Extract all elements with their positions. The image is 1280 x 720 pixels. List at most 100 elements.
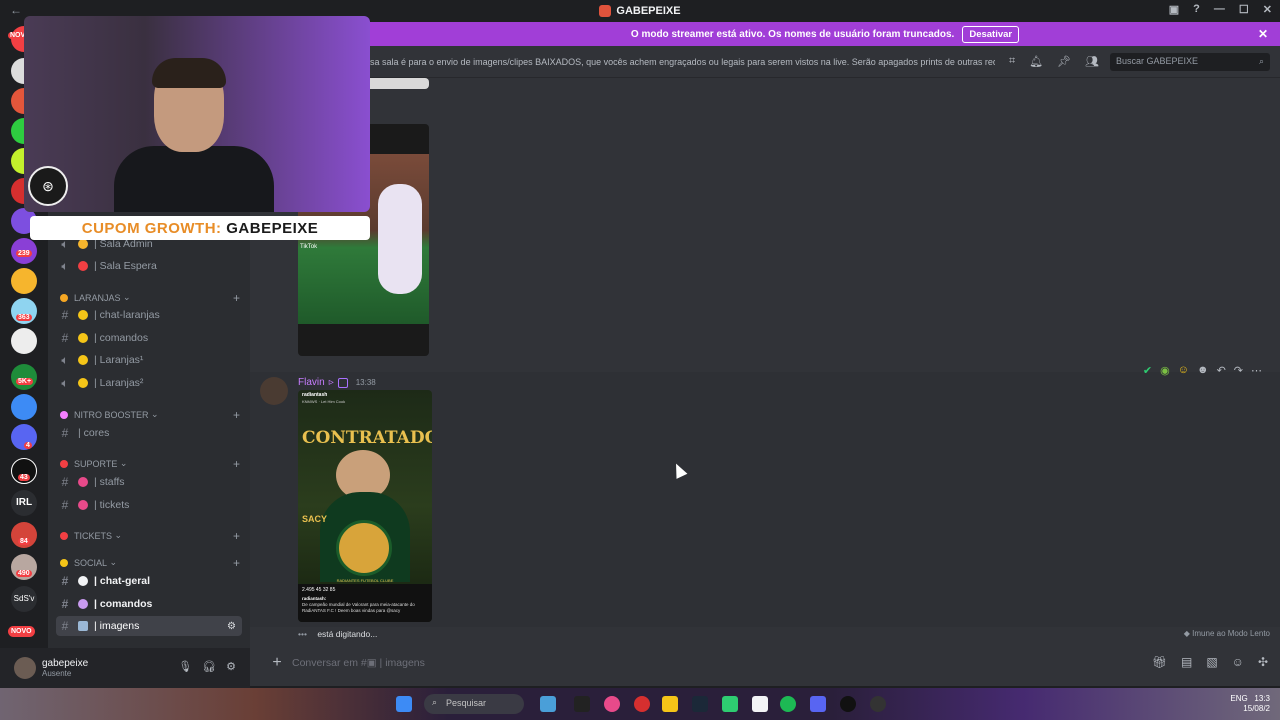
message-composer[interactable]: + Conversar em #▣ | imagens 🎁︎ ▤ ▧ ☺ ✣	[262, 645, 1274, 681]
category-tickets[interactable]: TICKETS ⌄ +	[60, 529, 240, 543]
add-reaction-icon[interactable]: ☻	[1197, 364, 1209, 377]
category-social[interactable]: SOCIAL ⌄ +	[60, 556, 240, 570]
avatar[interactable]	[14, 657, 36, 679]
channel-cores[interactable]: # | cores	[56, 423, 242, 443]
chevron-down-icon: ⌄	[120, 292, 131, 302]
shield-icon: ◆	[1183, 629, 1193, 638]
channel-label: | staffs	[94, 476, 125, 488]
coupon-code: GABEPEIXE	[226, 219, 319, 237]
minimize-button[interactable]: —	[1214, 3, 1225, 16]
avatar[interactable]	[260, 377, 288, 405]
category-laranjas[interactable]: LARANJAS ⌄ +	[60, 291, 240, 305]
reply-icon[interactable]: ↶	[1217, 364, 1226, 377]
gif-icon[interactable]: ▤	[1181, 655, 1192, 669]
channel-tickets[interactable]: # | tickets	[56, 495, 242, 515]
pin-icon[interactable]: 📌︎	[1057, 55, 1071, 68]
message-author[interactable]: Flavin	[298, 377, 325, 388]
invite-settings-icon[interactable]: ⚙	[227, 621, 236, 632]
add-channel-icon[interactable]: +	[233, 291, 240, 305]
threads-icon[interactable]: ⌗	[1009, 55, 1015, 68]
mention-badge: 363	[16, 314, 32, 321]
channel-laranjas-2[interactable]: 🔈︎ | Laranjas²	[56, 373, 242, 393]
microphone-icon[interactable]: 🎙︎	[178, 660, 192, 673]
system-tray[interactable]: ENG 13:3 15/08/2	[1230, 694, 1270, 714]
streamer-mode-banner: O modo streamer está ativo. Os nomes de …	[370, 22, 1280, 46]
gear-icon[interactable]: ⚙	[226, 660, 236, 673]
search-input[interactable]: Buscar GABEPEIXE ⌕	[1110, 53, 1270, 71]
members-icon[interactable]: 👥︎	[1085, 55, 1099, 68]
spotify-icon[interactable]	[780, 696, 796, 712]
app-icon[interactable]	[752, 696, 768, 712]
channel-chat-laranjas[interactable]: # | chat-laranjas	[56, 305, 242, 325]
add-channel-icon[interactable]: +	[233, 556, 240, 570]
bell-icon[interactable]: 🔔︎	[1029, 55, 1043, 68]
channel-label: | chat-geral	[94, 575, 151, 587]
opera-icon[interactable]	[634, 696, 650, 712]
apps-icon[interactable]: ✣	[1258, 655, 1268, 669]
add-attachment-icon[interactable]: +	[262, 654, 292, 672]
chevron-down-icon: ⌄	[112, 530, 123, 540]
pin-icon	[78, 477, 88, 487]
clock-time: 13:3	[1254, 694, 1270, 703]
channel-comandos-social[interactable]: # | comandos	[56, 594, 242, 614]
server-icon[interactable]: SdS'v	[11, 586, 37, 612]
channel-staffs[interactable]: # | staffs	[56, 472, 242, 492]
windows-start-icon[interactable]	[396, 696, 412, 712]
category-nitro-booster[interactable]: NITRO BOOSTER ⌄ +	[60, 408, 240, 422]
app-icon[interactable]	[574, 696, 590, 712]
post-subheader: KNMWS · Let Him Cook	[302, 399, 346, 404]
close-window-button[interactable]: ✕	[1263, 3, 1272, 16]
app-icon[interactable]	[604, 696, 620, 712]
gift-icon[interactable]: 🎁︎	[1152, 655, 1167, 669]
disable-streamer-button[interactable]: Desativar	[962, 25, 1020, 43]
emoji-icon[interactable]: ☺	[1232, 655, 1244, 669]
server-icon[interactable]	[11, 394, 37, 420]
server-icon[interactable]	[11, 328, 37, 354]
twitch-badge-icon	[337, 377, 348, 388]
server-icon[interactable]	[11, 268, 37, 294]
server-icon[interactable]: IRL	[11, 490, 37, 516]
channel-comandos[interactable]: # | comandos	[56, 328, 242, 348]
close-banner-icon[interactable]: ✕	[1258, 27, 1268, 41]
discord-icon[interactable]	[810, 696, 826, 712]
folder-icon[interactable]	[662, 696, 678, 712]
check-reaction-icon[interactable]: ✔	[1143, 364, 1152, 377]
language-indicator[interactable]: ENG	[1230, 694, 1247, 703]
hash-icon: #	[61, 475, 69, 489]
app-icon[interactable]	[870, 696, 886, 712]
back-arrow-icon[interactable]: ←	[10, 3, 22, 17]
category-label: SOCIAL	[74, 557, 108, 568]
taskbar-search[interactable]: ⌕ Pesquisar	[424, 694, 524, 714]
sticker-icon[interactable]: ▧	[1206, 655, 1217, 669]
channel-emoji-icon	[78, 239, 88, 249]
typing-text: está digitando...	[317, 629, 378, 639]
channel-label: | comandos	[94, 598, 153, 610]
add-channel-icon[interactable]: +	[233, 529, 240, 543]
add-channel-icon[interactable]: +	[233, 408, 240, 422]
add-channel-icon[interactable]: +	[233, 457, 240, 471]
category-suporte[interactable]: SUPORTE ⌄ +	[60, 457, 240, 471]
attachment-image[interactable]: radiantash KNMWS · Let Him Cook CONTRATA…	[298, 390, 432, 622]
app-icon[interactable]	[540, 696, 556, 712]
headphones-icon[interactable]: 🎧︎	[202, 660, 216, 673]
obs-icon[interactable]	[840, 696, 856, 712]
channel-label: | Laranjas²	[94, 377, 144, 389]
rocket-icon	[60, 410, 68, 419]
inbox-icon[interactable]: ▣	[1169, 3, 1179, 16]
reaction-icon[interactable]: ◉	[1160, 364, 1170, 377]
emoji-reaction-icon[interactable]: ☺	[1178, 364, 1189, 377]
channel-label: | Sala Espera	[94, 260, 157, 272]
help-icon[interactable]: ?	[1193, 3, 1200, 16]
maximize-button[interactable]: ☐	[1239, 3, 1249, 16]
more-options-icon[interactable]: ⋯	[1251, 364, 1262, 377]
steam-icon[interactable]	[692, 696, 708, 712]
app-icon[interactable]	[722, 696, 738, 712]
channel-imagens[interactable]: # | imagens ⚙	[56, 616, 242, 636]
channel-sala-espera[interactable]: 🔈︎ | Sala Espera	[56, 256, 242, 276]
server-icon[interactable]	[11, 364, 37, 390]
mention-badge: 490	[16, 570, 32, 577]
forward-icon[interactable]: ↷	[1234, 364, 1243, 377]
channel-laranjas-1[interactable]: 🔈︎ | Laranjas¹	[56, 350, 242, 370]
channel-topic[interactable]: sa sala é para o envio de imagens/clipes…	[370, 57, 995, 67]
channel-chat-geral[interactable]: # | chat-geral	[56, 571, 242, 591]
